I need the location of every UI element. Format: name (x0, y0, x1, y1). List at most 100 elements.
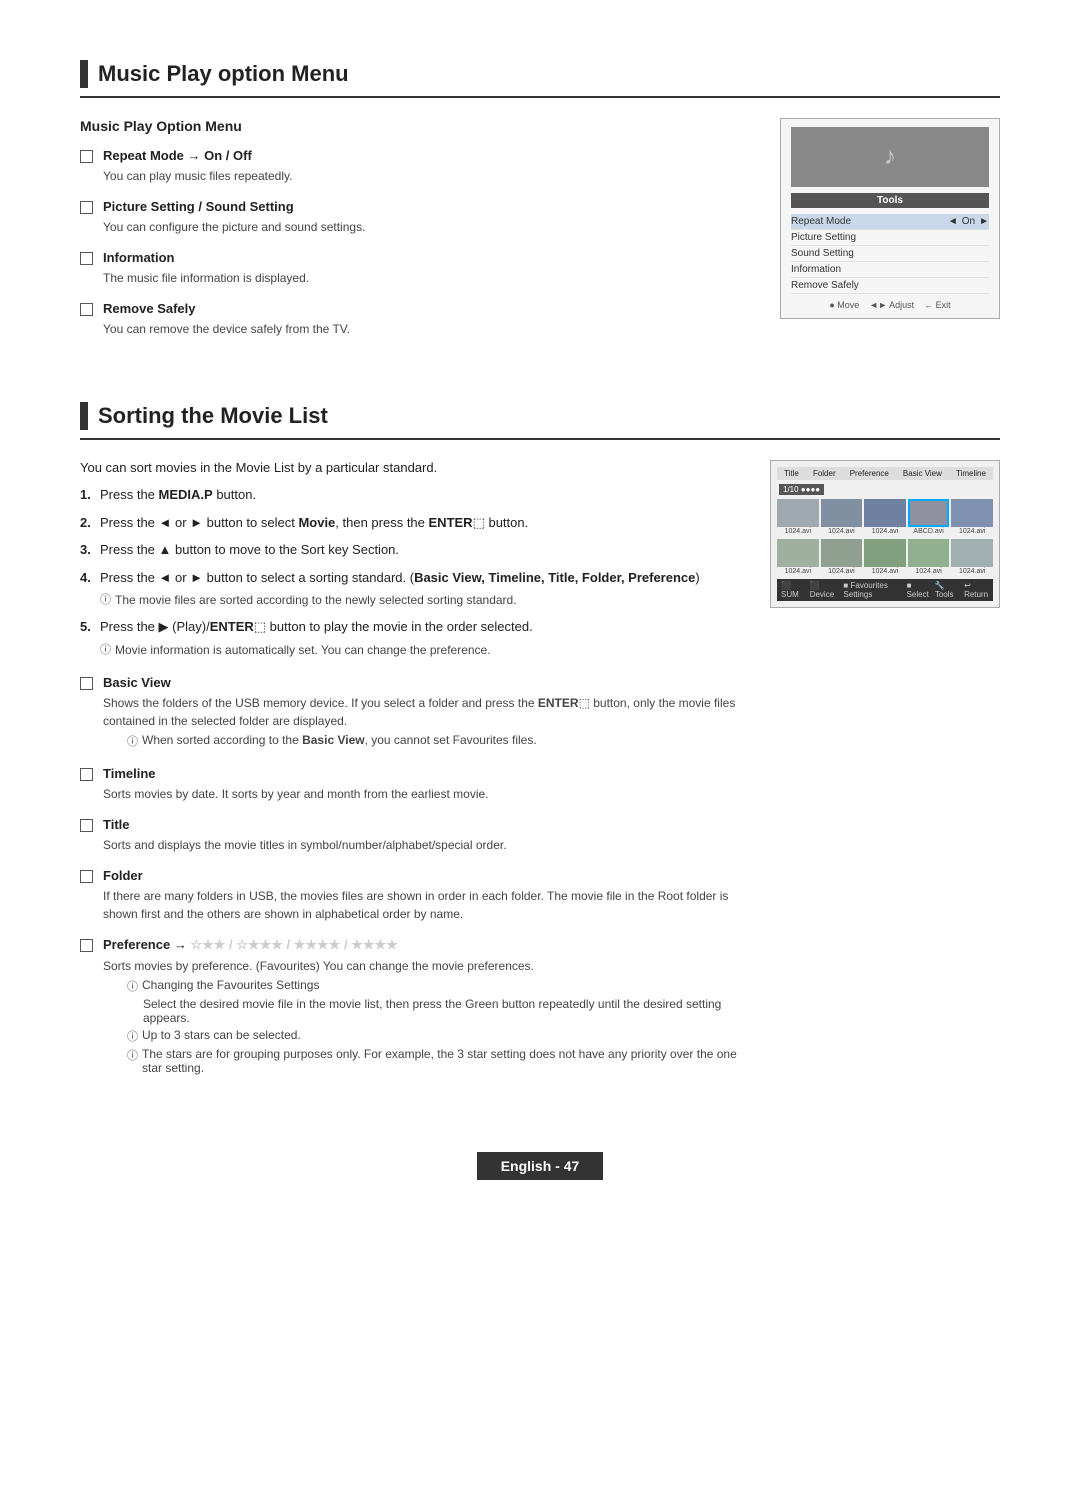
music-content: Music Play Option Menu Repeat Mode → On … (80, 118, 1000, 352)
tools-panel-container: ♪ Tools Repeat Mode ◄ On ► Picture Setti… (780, 118, 1000, 352)
mp-thumb-2: 1024.avi (821, 499, 863, 535)
step4-note: ⓘ The movie files are sorted according t… (100, 591, 740, 609)
basic-note: ⓘ When sorted according to the Basic Vie… (103, 733, 740, 749)
checkbox-box (80, 939, 93, 952)
mp-thumb-3: 1024.avi (864, 499, 906, 535)
checkbox-content: Picture Setting / Sound Setting You can … (103, 199, 365, 236)
checkbox-content: Remove Safely You can remove the device … (103, 301, 350, 338)
cb-desc-basic: Shows the folders of the USB memory devi… (103, 694, 740, 730)
cb-title-repeat: Repeat Mode → On / Off (103, 148, 292, 163)
music-sub-heading: Music Play Option Menu (80, 118, 750, 134)
mp-thumb-7: 1024.avi (821, 539, 863, 575)
tools-title: Tools (791, 193, 989, 208)
tools-row-repeat: Repeat Mode ◄ On ► (791, 214, 989, 230)
mp-tabs: 1/10 ●●●● (777, 484, 993, 495)
step-1: 1. Press the MEDIA.P button. (80, 485, 740, 505)
cb-title-folder: Folder (103, 868, 740, 883)
preference-note1: ⓘ Changing the Favourites Settings (103, 978, 740, 994)
mp-thumb-6: 1024.avi (777, 539, 819, 575)
cb-title-preference: Preference → ☆★★ / ☆★★★ / ★★★★ / ★★★★ (103, 937, 740, 953)
checkbox-basic-view: Basic View Shows the folders of the USB … (80, 675, 740, 752)
step-5: 5. Press the ▶ (Play)/ENTER⬚ button to p… (80, 617, 740, 659)
step5-note: ⓘ Movie information is automatically set… (100, 641, 740, 659)
cb-title-picture: Picture Setting / Sound Setting (103, 199, 365, 214)
checkbox-box (80, 201, 93, 214)
tools-footer: ● Move ◄► Adjust ← Exit (791, 300, 989, 310)
sorting-left: You can sort movies in the Movie List by… (80, 460, 740, 1092)
cb-title-info: Information (103, 250, 309, 265)
tools-row-remove: Remove Safely (791, 278, 989, 294)
checkbox-information: Information The music file information i… (80, 250, 750, 287)
tools-nav: ◄ On ► (948, 216, 989, 227)
mp-thumb-8: 1024.avi (864, 539, 906, 575)
sorting-intro: You can sort movies in the Movie List by… (80, 460, 740, 475)
checkbox-repeat-mode: Repeat Mode → On / Off You can play musi… (80, 148, 750, 185)
step-2: 2. Press the ◄ or ► button to select Mov… (80, 513, 740, 533)
checkbox-picture-sound: Picture Setting / Sound Setting You can … (80, 199, 750, 236)
checkbox-box (80, 303, 93, 316)
movie-panel: Title Folder Preference Basic View Timel… (770, 460, 1000, 608)
checkbox-content: Title Sorts and displays the movie title… (103, 817, 507, 854)
cb-desc-folder: If there are many folders in USB, the mo… (103, 887, 740, 923)
cb-desc-title: Sorts and displays the movie titles in s… (103, 836, 507, 854)
checkbox-title: Title Sorts and displays the movie title… (80, 817, 740, 854)
cb-title-title: Title (103, 817, 507, 832)
mp-thumb-1: 1024.avi (777, 499, 819, 535)
preference-note1-detail: Select the desired movie file in the mov… (103, 997, 740, 1025)
tools-panel: ♪ Tools Repeat Mode ◄ On ► Picture Setti… (780, 118, 1000, 319)
tools-row-picture: Picture Setting (791, 230, 989, 246)
cb-desc-preference: Sorts movies by preference. (Favourites)… (103, 957, 740, 975)
checkbox-content: Folder If there are many folders in USB,… (103, 868, 740, 923)
mp-header: Title Folder Preference Basic View Timel… (777, 467, 993, 480)
page-footer: English - 47 (80, 1142, 1000, 1180)
section-title-music: Music Play option Menu (80, 60, 1000, 98)
preference-note2: ⓘ Up to 3 stars can be selected. (103, 1028, 740, 1044)
section-sorting: Sorting the Movie List You can sort movi… (80, 402, 1000, 1092)
mp-thumbs-row1: 1024.avi 1024.avi 1024.avi ABCD.avi (777, 499, 993, 535)
step-3: 3. Press the ▲ button to move to the Sor… (80, 540, 740, 560)
checkbox-preference: Preference → ☆★★ / ☆★★★ / ★★★★ / ★★★★ So… (80, 937, 740, 1078)
music-note-icon: ♪ (884, 143, 896, 171)
section-music: Music Play option Menu Music Play Option… (80, 60, 1000, 352)
movie-panel-container: Title Folder Preference Basic View Timel… (770, 460, 1000, 1092)
checkbox-box (80, 768, 93, 781)
mp-thumb-4: ABCD.avi (908, 499, 950, 535)
checkbox-content: Repeat Mode → On / Off You can play musi… (103, 148, 292, 185)
mp-thumbs-row2: 1024.avi 1024.avi 1024.avi 1024.avi (777, 539, 993, 575)
checkbox-content: Preference → ☆★★ / ☆★★★ / ★★★★ / ★★★★ So… (103, 937, 740, 1078)
section-title-sorting: Sorting the Movie List (80, 402, 1000, 440)
mp-thumb-5: 1024.avi (951, 499, 993, 535)
checkbox-box (80, 150, 93, 163)
checkbox-timeline: Timeline Sorts movies by date. It sorts … (80, 766, 740, 803)
checkbox-remove-safely: Remove Safely You can remove the device … (80, 301, 750, 338)
checkbox-folder: Folder If there are many folders in USB,… (80, 868, 740, 923)
cb-title-basic: Basic View (103, 675, 740, 690)
checkbox-box (80, 870, 93, 883)
checkbox-box (80, 819, 93, 832)
mp-footer: ⬛ SUM ⬛ Device ■ Favourites Settings ■ S… (777, 579, 993, 601)
checkbox-content: Basic View Shows the folders of the USB … (103, 675, 740, 752)
cb-desc-remove: You can remove the device safely from th… (103, 320, 350, 338)
step-4: 4. Press the ◄ or ► button to select a s… (80, 568, 740, 610)
section-title-bar (80, 60, 88, 88)
mp-thumb-10: 1024.avi (951, 539, 993, 575)
preference-note3: ⓘ The stars are for grouping purposes on… (103, 1047, 740, 1075)
steps-list: 1. Press the MEDIA.P button. 2. Press th… (80, 485, 740, 659)
footer-badge: English - 47 (477, 1152, 604, 1180)
tools-row-info: Information (791, 262, 989, 278)
tools-bg: ♪ (791, 127, 989, 187)
cb-desc-repeat: You can play music files repeatedly. (103, 167, 292, 185)
checkbox-content: Information The music file information i… (103, 250, 309, 287)
checkbox-box (80, 252, 93, 265)
checkbox-content: Timeline Sorts movies by date. It sorts … (103, 766, 489, 803)
checkbox-box (80, 677, 93, 690)
section-title-bar2 (80, 402, 88, 430)
music-left: Music Play Option Menu Repeat Mode → On … (80, 118, 750, 352)
mp-thumb-9: 1024.avi (908, 539, 950, 575)
sorting-content: You can sort movies in the Movie List by… (80, 460, 1000, 1092)
cb-desc-timeline: Sorts movies by date. It sorts by year a… (103, 785, 489, 803)
cb-desc-info: The music file information is displayed. (103, 269, 309, 287)
cb-title-remove: Remove Safely (103, 301, 350, 316)
cb-desc-picture: You can configure the picture and sound … (103, 218, 365, 236)
tools-row-sound: Sound Setting (791, 246, 989, 262)
